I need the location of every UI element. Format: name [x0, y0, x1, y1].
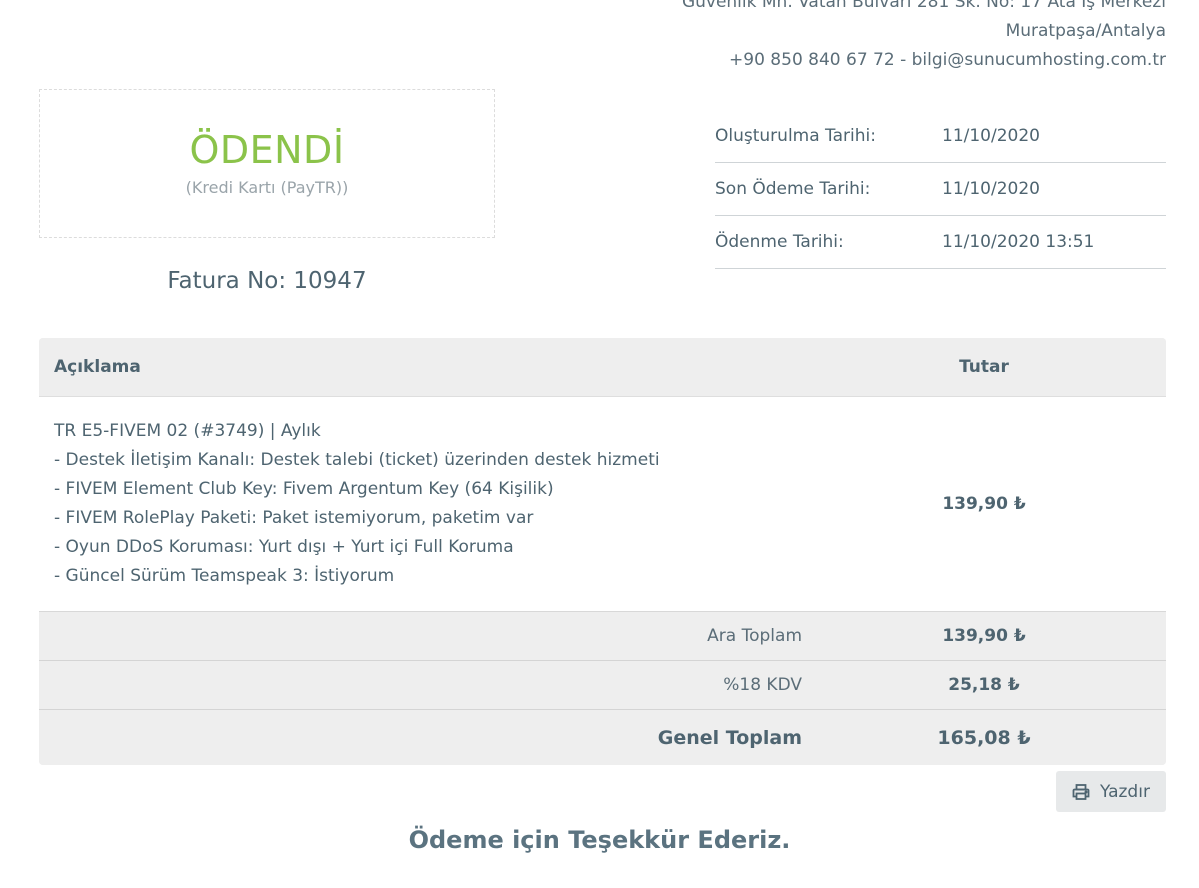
company-address-line1: Güvenlik Mh. Vatan Bulvarı 281 Sk. No: 1… — [681, 0, 1166, 12]
tax-row: %18 KDV 25,18 ₺ — [39, 661, 1166, 710]
print-button[interactable]: Yazdır — [1056, 771, 1166, 812]
item-line: - Oyun DDoS Koruması: Yurt dışı + Yurt i… — [54, 537, 514, 557]
payment-status-title: ÖDENDİ — [189, 128, 345, 172]
column-header-description: Açıklama — [54, 357, 141, 377]
payment-method: (Kredi Kartı (PayTR)) — [185, 178, 349, 197]
date-label: Son Ödeme Tarihi: — [715, 179, 871, 199]
invoice-items-table: Açıklama Tutar TR E5-FIVEM 02 (#3749) | … — [39, 338, 1166, 765]
date-value: 11/10/2020 — [942, 179, 1040, 199]
subtotal-value: 139,90 ₺ — [942, 626, 1026, 646]
date-value: 11/10/2020 13:51 — [942, 232, 1095, 252]
company-contact: +90 850 840 67 72 - bilgi@sunucumhosting… — [729, 50, 1166, 70]
print-button-label: Yazdır — [1100, 781, 1150, 802]
date-label: Oluşturulma Tarihi: — [715, 126, 876, 146]
item-amount: 139,90 ₺ — [942, 494, 1026, 514]
invoice-number: Fatura No: 10947 — [167, 268, 367, 294]
tax-value: 25,18 ₺ — [948, 675, 1020, 695]
item-line: - FIVEM Element Club Key: Fivem Argentum… — [54, 479, 554, 499]
column-header-amount: Tutar — [959, 357, 1009, 377]
date-label: Ödenme Tarihi: — [715, 232, 844, 252]
grand-total-value: 165,08 ₺ — [937, 726, 1031, 749]
tax-label: %18 KDV — [723, 675, 802, 695]
item-line: TR E5-FIVEM 02 (#3749) | Aylık — [54, 421, 321, 441]
grand-total-label: Genel Toplam — [657, 726, 802, 749]
payment-status-box: ÖDENDİ (Kredi Kartı (PayTR)) — [39, 89, 495, 238]
thank-you-message: Ödeme için Teşekkür Ederiz. — [408, 826, 791, 854]
item-line: - FIVEM RolePlay Paketi: Paket istemiyor… — [54, 508, 534, 528]
date-row-paid: Ödenme Tarihi: 11/10/2020 13:51 — [715, 216, 1166, 269]
subtotal-row: Ara Toplam 139,90 ₺ — [39, 612, 1166, 661]
date-value: 11/10/2020 — [942, 126, 1040, 146]
company-address-line2: Muratpaşa/Antalya — [1005, 21, 1166, 41]
grand-total-row: Genel Toplam 165,08 ₺ — [39, 710, 1166, 765]
date-row-due: Son Ödeme Tarihi: 11/10/2020 — [715, 163, 1166, 216]
company-address: Güvenlik Mh. Vatan Bulvarı 281 Sk. No: 1… — [682, 0, 1166, 75]
table-header: Açıklama Tutar — [39, 338, 1166, 397]
item-line: - Güncel Sürüm Teamspeak 3: İstiyorum — [54, 566, 395, 586]
invoice-dates: Oluşturulma Tarihi: 11/10/2020 Son Ödeme… — [715, 110, 1166, 269]
subtotal-label: Ara Toplam — [707, 626, 802, 646]
item-description: TR E5-FIVEM 02 (#3749) | Aylık - Destek … — [39, 397, 802, 611]
table-row: TR E5-FIVEM 02 (#3749) | Aylık - Destek … — [39, 397, 1166, 612]
date-row-created: Oluşturulma Tarihi: 11/10/2020 — [715, 110, 1166, 163]
item-line: - Destek İletişim Kanalı: Destek talebi … — [54, 450, 660, 470]
printer-icon — [1072, 783, 1090, 800]
